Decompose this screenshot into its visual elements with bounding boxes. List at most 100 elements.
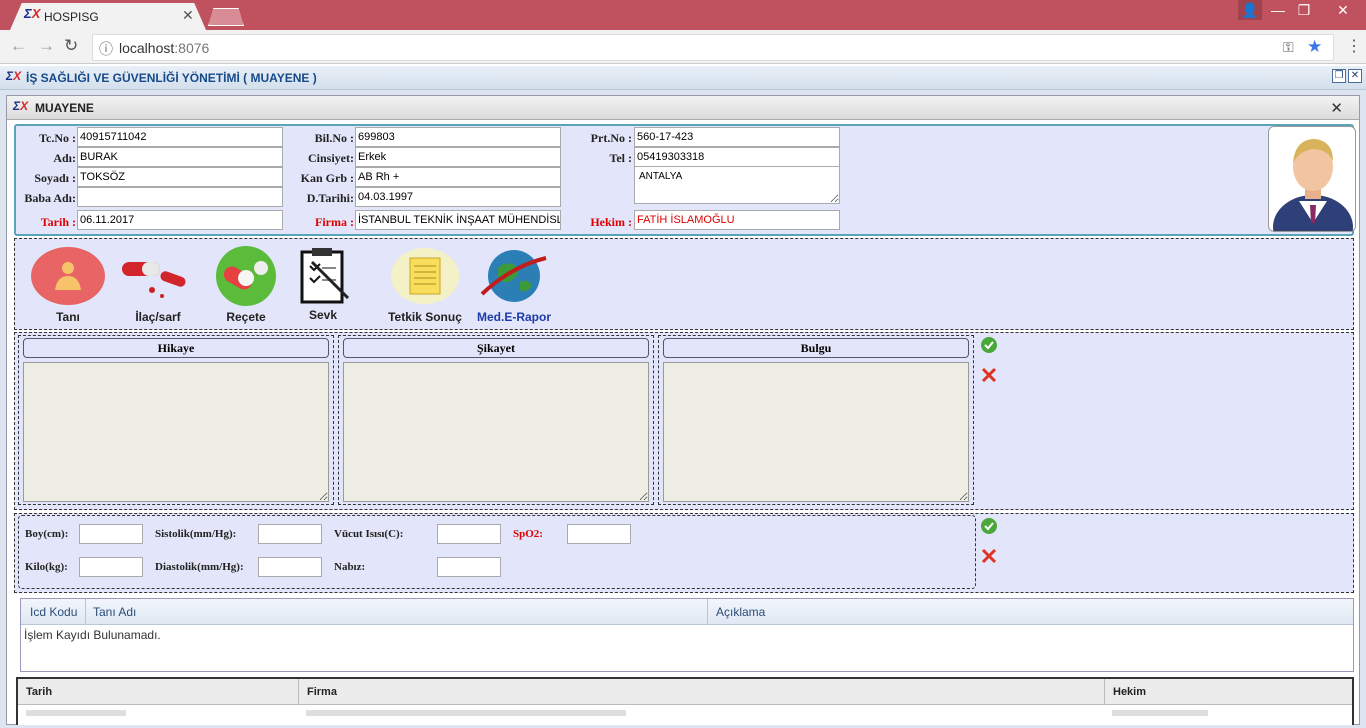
boy-input[interactable] (79, 524, 143, 544)
new-tab-button[interactable] (208, 8, 244, 26)
notes-delete-x-icon[interactable] (980, 366, 998, 384)
profile-icon[interactable]: 👤 (1238, 0, 1262, 20)
sevk-label: Sevk (308, 308, 338, 322)
notes-save-check-icon[interactable] (980, 336, 998, 354)
label-diastolik: Diastolik(mm/Hg): (155, 561, 244, 573)
hikaye-textarea[interactable] (23, 362, 329, 502)
ilac-sarf-button[interactable]: İlaç/sarf (116, 246, 200, 324)
tcno-field[interactable]: 40915711042 (77, 127, 283, 147)
baba-adi-field[interactable] (77, 187, 283, 207)
tani-label: Tanı (56, 310, 80, 324)
menu-icon[interactable]: ⋮ (1346, 36, 1362, 56)
minimize-button[interactable]: — (1266, 0, 1290, 20)
tetkik-sonuc-button[interactable]: Tetkik Sonuç (382, 246, 468, 324)
url-host: localhost (119, 40, 175, 56)
col-hekim[interactable]: Hekim (1113, 686, 1146, 698)
med-e-rapor-button[interactable]: Med.E-Rapor (472, 246, 556, 324)
browser-tab[interactable]: ΣX HOSPISG ✕ (10, 3, 206, 30)
firma-field[interactable]: İSTANBUL TEKNİK İNŞAAT MÜHENDİSL (355, 210, 561, 230)
favicon-icon: ΣX (24, 6, 41, 21)
ilac-sarf-label: İlaç/sarf (135, 310, 181, 324)
label-nabiz: Nabız: (334, 561, 366, 573)
app-header: ΣX İŞ SAĞLIĞI VE GÜVENLİĞİ YÖNETİMİ ( MU… (0, 66, 1366, 90)
label-baba-adi: Baba Adı: (24, 191, 76, 205)
history-row-partial[interactable] (26, 710, 126, 716)
window-title: MUAYENE (35, 101, 94, 115)
nabiz-input[interactable] (437, 557, 501, 577)
tel-field[interactable]: 05419303318 (634, 147, 840, 167)
window-close-icon[interactable]: ✕ (1330, 99, 1343, 117)
soyadi-field[interactable]: TOKSÖZ (77, 167, 283, 187)
spo2-input[interactable] (567, 524, 631, 544)
sikayet-header: Şikayet (343, 338, 649, 358)
bulgu-textarea[interactable] (663, 362, 969, 502)
tani-button[interactable]: Tanı (28, 246, 108, 324)
sevk-button[interactable]: Sevk (292, 244, 354, 322)
label-hekim: Hekim : (590, 215, 632, 229)
back-icon[interactable]: ← (10, 36, 27, 56)
hikaye-header: Hikaye (23, 338, 329, 358)
patient-avatar (1268, 126, 1356, 259)
vucut-isisi-input[interactable] (437, 524, 501, 544)
label-tarih: Tarih : (40, 215, 76, 229)
app-title: İŞ SAĞLIĞI VE GÜVENLİĞİ YÖNETİMİ ( MUAYE… (26, 71, 317, 85)
history-row-partial-firma (306, 710, 626, 716)
restore-button[interactable]: ❐ (1292, 0, 1316, 20)
col-tani-adi[interactable]: Tanı Adı (93, 605, 136, 619)
muayene-window-header: ΣX MUAYENE ✕ (7, 96, 1359, 120)
label-soyadi: Soyadı : (34, 171, 76, 185)
tetkik-sonuc-label: Tetkik Sonuç (388, 310, 462, 324)
app-logo-icon: ΣX (6, 69, 22, 83)
label-sistolik: Sistolik(mm/Hg): (155, 528, 237, 540)
prtno-field[interactable]: 560-17-423 (634, 127, 840, 147)
url-field[interactable]: ⓘ localhost:8076 ⚿ ★ (92, 34, 1334, 61)
close-window-button[interactable]: ✕ (1320, 0, 1366, 20)
col-icd-kodu[interactable]: Icd Kodu (30, 605, 77, 619)
tab-close-icon[interactable]: ✕ (182, 7, 194, 24)
address-bar-area: ← → ↻ ⓘ localhost:8076 ⚿ ★ ⋮ (0, 30, 1366, 64)
label-kilo: Kilo(kg): (25, 561, 68, 573)
star-icon[interactable]: ★ (1307, 37, 1322, 57)
url-port: :8076 (174, 40, 210, 56)
diagnosis-grid-header: Icd Kodu Tanı Adı Açıklama (21, 599, 1353, 625)
label-cinsiyet: Cinsiyet: (308, 151, 354, 165)
close-app-icon[interactable]: ✕ (1348, 69, 1362, 83)
diagnosis-empty-message: İşlem Kayıdı Bulunamadı. (24, 628, 161, 642)
tarih-field[interactable]: 06.11.2017 (77, 210, 283, 230)
col-firma[interactable]: Firma (307, 686, 337, 698)
med-e-rapor-label: Med.E-Rapor (476, 310, 551, 324)
label-vucut-isisi: Vücut Isısı(C): (334, 528, 404, 540)
sistolik-input[interactable] (258, 524, 322, 544)
adi-field[interactable]: BURAK (77, 147, 283, 167)
label-tel: Tel : (609, 151, 632, 165)
diastolik-input[interactable] (258, 557, 322, 577)
history-grid-header: Tarih Firma Hekim (18, 679, 1352, 705)
adres-field[interactable]: ANTALYA (634, 166, 840, 204)
vitals-delete-x-icon[interactable] (980, 547, 998, 565)
recete-label: Reçete (226, 310, 266, 324)
recete-button[interactable]: Reçete (206, 246, 286, 324)
browser-titlebar (0, 0, 1366, 30)
label-boy: Boy(cm): (25, 528, 69, 540)
label-bilno: Bil.No : (314, 131, 354, 145)
key-icon[interactable]: ⚿ (1283, 39, 1294, 56)
dtarihi-field[interactable]: 04.03.1997 (355, 187, 561, 207)
kan-grb-field[interactable]: AB Rh + (355, 167, 561, 187)
sikayet-box: Şikayet (338, 335, 654, 505)
kilo-input[interactable] (79, 557, 143, 577)
label-adi: Adı: (53, 151, 76, 165)
label-spo2: SpO2: (513, 528, 543, 540)
forward-icon[interactable]: → (38, 36, 55, 56)
col-tarih[interactable]: Tarih (26, 686, 52, 698)
cinsiyet-field[interactable]: Erkek (355, 147, 561, 167)
maximize-app-icon[interactable]: ❐ (1332, 69, 1346, 83)
hekim-field[interactable]: FATİH İSLAMOĞLU (634, 210, 840, 230)
label-kan-grb: Kan Grb : (300, 171, 354, 185)
reload-icon[interactable]: ↻ (64, 36, 78, 56)
info-icon: ⓘ (99, 41, 113, 57)
label-firma: Firma : (315, 215, 354, 229)
bilno-field[interactable]: 699803 (355, 127, 561, 147)
col-aciklama[interactable]: Açıklama (716, 605, 765, 619)
vitals-save-check-icon[interactable] (980, 517, 998, 535)
sikayet-textarea[interactable] (343, 362, 649, 502)
